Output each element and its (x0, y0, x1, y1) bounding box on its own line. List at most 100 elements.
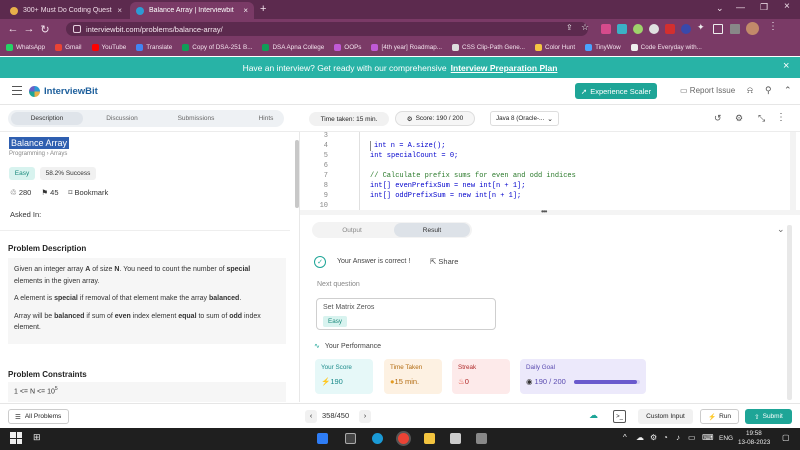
extension-icon[interactable] (649, 24, 659, 34)
forward-arrow-icon[interactable]: → (22, 22, 36, 36)
more-icon[interactable]: ⋮ (776, 112, 786, 123)
profile-icon[interactable]: ⚲ (765, 85, 772, 96)
settings-app-icon[interactable] (450, 433, 461, 444)
submit-button[interactable]: ⇧ Submit (745, 409, 792, 424)
wifi-icon[interactable]: ◔ (663, 433, 668, 442)
window-icon[interactable] (730, 24, 740, 34)
close-tab-icon[interactable]: × (243, 6, 248, 15)
site-logo[interactable]: InterviewBit (44, 86, 98, 97)
language-indicator[interactable]: ENG (719, 435, 733, 442)
clock-time[interactable]: 19:58 (746, 430, 762, 437)
extension-icon[interactable] (633, 24, 643, 34)
next-question-card[interactable]: Set Matrix Zeros Easy (316, 298, 496, 330)
bookmark-button[interactable]: ⌑ Bookmark (69, 188, 109, 197)
console-icon[interactable]: >_ (613, 410, 626, 423)
reset-icon[interactable]: ↺ (714, 113, 722, 124)
bookmark-item[interactable]: OOPs (334, 44, 361, 51)
language-select[interactable]: Java 8 (Oracle-... ⌄ (490, 111, 559, 126)
bell-icon[interactable]: ⍾ (747, 85, 753, 96)
tray-chevron-icon[interactable]: ^ (623, 433, 627, 442)
custom-input-button[interactable]: Custom Input (638, 409, 693, 424)
bookmark-item[interactable]: YouTube (91, 44, 126, 51)
report-issue-link[interactable]: ▭ Report Issue (680, 86, 735, 95)
close-banner-icon[interactable]: × (783, 60, 789, 72)
stat-card-time: Time Taken ●15 min. (384, 359, 442, 394)
expand-icon[interactable]: ⤡ (758, 113, 765, 124)
edge-icon[interactable] (372, 433, 383, 444)
menu-dots-icon[interactable]: ⋮ (768, 21, 778, 32)
volume-icon[interactable]: ♪ (676, 433, 680, 442)
line-number: 8 (323, 182, 328, 190)
result-scrollbar[interactable] (787, 225, 792, 400)
star-icon[interactable]: ☆ (581, 22, 589, 33)
bookmark-item[interactable]: Copy of DSA-251 B... (182, 44, 252, 51)
keyboard-icon[interactable]: ⌨ (702, 433, 714, 442)
extension-icon[interactable] (681, 24, 691, 34)
tab-result[interactable]: Result (394, 223, 470, 237)
bookmark-item[interactable]: Gmail (55, 44, 82, 51)
close-tab-icon[interactable]: × (117, 6, 122, 15)
clock-date[interactable]: 13-08-2023 (738, 439, 770, 446)
editor-scrollbar[interactable] (790, 132, 796, 210)
task-view-icon[interactable]: ⊞ (33, 432, 41, 443)
scrollbar[interactable] (295, 140, 299, 208)
extension-icon[interactable] (665, 24, 675, 34)
sidebar-icon[interactable] (713, 24, 723, 34)
tab-output[interactable]: Output (314, 224, 390, 236)
cloud-sync-icon[interactable]: ☁ (589, 410, 598, 421)
tab-discussion[interactable]: Discussion (86, 112, 158, 125)
taskbar-app-icon[interactable] (476, 433, 487, 444)
cloud-icon[interactable]: ☁ (636, 433, 644, 442)
run-button[interactable]: ⚡ Run (700, 409, 739, 424)
experience-scaler-button[interactable]: ➚ Experience Scaler (575, 83, 657, 99)
bookmark-item[interactable]: CSS Clip-Path Gene... (452, 44, 525, 51)
chrome-icon[interactable] (398, 433, 409, 444)
bookmark-item[interactable]: WhatsApp (6, 44, 45, 51)
maximize-icon[interactable]: ❐ (760, 2, 768, 13)
back-arrow-icon[interactable]: ← (6, 22, 20, 36)
settings-icon[interactable]: ⚙ (735, 113, 743, 124)
puzzle-icon[interactable]: ✦ (697, 22, 705, 33)
bookmark-item[interactable]: Color Hunt (535, 44, 575, 51)
windows-start-icon[interactable] (10, 432, 22, 444)
bookmark-item[interactable]: Translate (136, 44, 172, 51)
reactions-row: ♲ 280 ⚑ 45 ⌑ Bookmark (10, 188, 108, 197)
tab-description[interactable]: Description (11, 112, 83, 125)
extension-icon[interactable] (601, 24, 611, 34)
prev-problem-button[interactable]: ‹ (305, 410, 317, 423)
bookmark-item[interactable]: TinyWow (585, 44, 621, 51)
like-button[interactable]: ♲ 280 (10, 188, 31, 197)
bookmark-item[interactable]: Code Everyday with... (630, 44, 702, 51)
translate-icon (136, 44, 144, 51)
battery-icon[interactable]: ▭ (688, 433, 696, 442)
browser-tab-1[interactable]: 300+ Must Do Coding Question... × (4, 2, 128, 19)
browser-tab-2[interactable]: Balance Array | Interviewbit × (130, 2, 254, 19)
reload-icon[interactable]: ↻ (38, 22, 52, 36)
next-problem-button[interactable]: › (359, 410, 371, 423)
notification-icon[interactable]: ▢ (782, 433, 790, 442)
interview-plan-link[interactable]: Interview Preparation Plan (451, 63, 558, 73)
chevron-up-icon[interactable]: ⌃ (784, 85, 792, 96)
dislike-button[interactable]: ⚑ 45 (41, 188, 58, 197)
tab-hints[interactable]: Hints (230, 112, 302, 125)
code-editor[interactable]: 3 4 5 6 7 8 9 10 int n = A.size(); int s… (304, 132, 800, 210)
tab-submissions[interactable]: Submissions (160, 112, 232, 125)
new-tab-icon[interactable]: + (260, 3, 266, 15)
bookmark-item[interactable]: DSA Apna College (262, 44, 324, 51)
minimize-icon[interactable]: — (736, 2, 745, 12)
taskbar-app-icon[interactable] (345, 433, 356, 444)
hamburger-menu-icon[interactable] (12, 86, 22, 95)
share-icon[interactable]: ⇪ (566, 23, 573, 32)
chevron-down-icon[interactable]: ⌄ (716, 3, 724, 14)
collapse-chevron-icon[interactable]: ⌄ (777, 224, 785, 235)
taskbar-app-icon[interactable] (317, 433, 328, 444)
avatar[interactable] (746, 22, 759, 35)
tray-icon[interactable]: ⚙ (650, 433, 657, 442)
bookmark-item[interactable]: [4th year] Roadmap... (371, 44, 442, 51)
all-problems-button[interactable]: ☰ All Problems (8, 409, 69, 424)
close-window-icon[interactable]: × (784, 1, 790, 12)
url-input[interactable]: interviewbit.com/problems/balance-array/ (66, 22, 588, 36)
file-explorer-icon[interactable] (424, 433, 435, 444)
share-button[interactable]: ⇱ Share (430, 257, 458, 266)
extension-icon[interactable] (617, 24, 627, 34)
